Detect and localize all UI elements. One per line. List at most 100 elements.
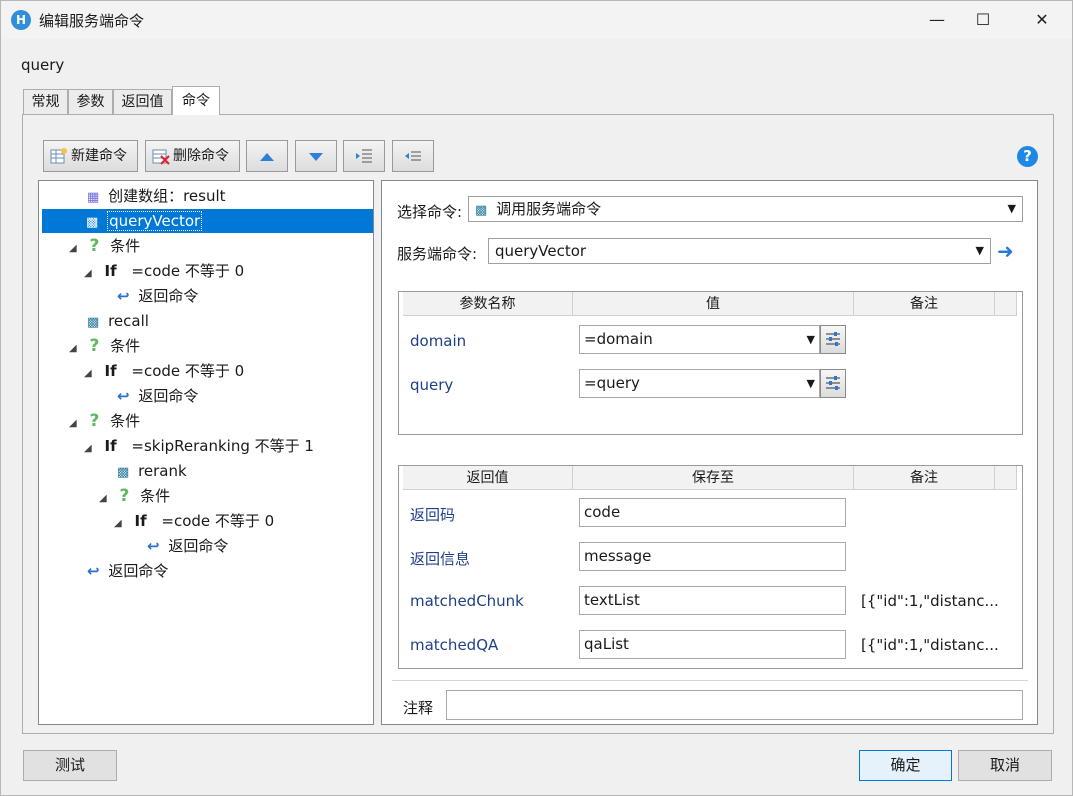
ok-button[interactable]: 确定	[859, 750, 952, 781]
return-saveto-input[interactable]: qaList	[579, 630, 846, 659]
move-up-button[interactable]	[246, 140, 288, 172]
params-header-value: 值	[573, 292, 854, 316]
tree-item-if[interactable]: ◢ If =code 不等于 0	[114, 509, 274, 533]
help-icon[interactable]: ?	[1017, 146, 1038, 167]
question-icon: ?	[119, 486, 130, 506]
returns-header-note: 备注	[854, 466, 995, 490]
collapse-caret-icon[interactable]: ◢	[84, 268, 92, 279]
return-saveto-input[interactable]: message	[579, 542, 846, 571]
maximize-icon[interactable]: ☐	[960, 5, 1006, 35]
return-icon: ↩	[117, 287, 130, 305]
tab-return-values[interactable]: 返回值	[113, 89, 172, 114]
server-command-label: 服务端命令:	[397, 245, 478, 263]
indent-icon	[356, 149, 372, 163]
tree-item-return[interactable]: ↩ 返回命令	[117, 384, 198, 408]
params-header-name: 参数名称	[403, 292, 573, 316]
collapse-caret-icon[interactable]: ◢	[99, 493, 107, 504]
tree-item-if[interactable]: ◢ If =code 不等于 0	[84, 359, 244, 383]
tree-item-condition[interactable]: ◢ ? 条件	[69, 409, 140, 433]
delete-command-icon	[152, 149, 170, 165]
tree-item-return[interactable]: ↩ 返回命令	[147, 534, 228, 558]
tree-item-condition[interactable]: ◢ ? 条件	[69, 334, 140, 358]
tab-params[interactable]: 参数	[68, 89, 113, 114]
tree-item-recall[interactable]: ▩ recall	[87, 309, 149, 333]
params-header-note: 备注	[854, 292, 995, 316]
tab-commands[interactable]: 命令	[172, 86, 220, 115]
server-command-icon: ▩	[87, 315, 100, 330]
returns-header-name: 返回值	[403, 466, 573, 490]
divider	[392, 680, 1028, 681]
title-bar: H 编辑服务端命令 — ☐ ✕	[1, 1, 1072, 39]
tree-item-return[interactable]: ↩ 返回命令	[117, 284, 198, 308]
param-value-dropdown[interactable]: =domain ▼	[579, 325, 820, 354]
chevron-down-icon: ▼	[975, 244, 984, 257]
tree-item-if[interactable]: ◢ If =skipReranking 不等于 1	[84, 434, 314, 458]
tab-general[interactable]: 常规	[23, 89, 68, 114]
arrow-down-icon	[309, 153, 323, 161]
param-name: domain	[410, 332, 467, 350]
outdent-icon	[405, 151, 421, 161]
param-settings-button[interactable]	[820, 369, 846, 398]
indent-button[interactable]	[343, 140, 385, 172]
new-command-label: 新建命令	[71, 148, 127, 164]
command-detail-panel: 选择命令: ▩ 调用服务端命令 ▼ 服务端命令: queryVector ▼ ➜…	[381, 180, 1038, 725]
question-icon: ?	[89, 336, 100, 356]
tree-item-condition[interactable]: ◢ ? 条件	[99, 484, 170, 508]
return-icon: ↩	[147, 537, 160, 555]
question-icon: ?	[89, 411, 100, 431]
params-grid: 参数名称 值 备注 domain =domain ▼ query =query …	[398, 291, 1023, 435]
param-value-dropdown[interactable]: =query ▼	[579, 369, 820, 398]
return-name: 返回信息	[410, 550, 471, 568]
test-button[interactable]: 测试	[23, 750, 117, 781]
return-saveto-input[interactable]: code	[579, 498, 846, 527]
collapse-caret-icon[interactable]: ◢	[84, 443, 92, 454]
tree-item-queryvector[interactable]: ▩ queryVector	[42, 209, 373, 233]
server-command-icon: ▩	[117, 465, 130, 480]
collapse-caret-icon[interactable]: ◢	[69, 343, 77, 354]
tree-item-rerank[interactable]: ▩ rerank	[117, 459, 187, 483]
cancel-button[interactable]: 取消	[958, 750, 1052, 781]
comment-input[interactable]	[446, 690, 1023, 720]
goto-arrow-icon[interactable]: ➜	[997, 239, 1014, 263]
return-note: [{"id":1,"distanc...	[861, 592, 999, 610]
collapse-caret-icon[interactable]: ◢	[114, 518, 122, 529]
array-icon: ▦	[87, 190, 100, 205]
outdent-button[interactable]	[392, 140, 434, 172]
collapse-caret-icon[interactable]: ◢	[69, 243, 77, 254]
chevron-down-icon: ▼	[806, 377, 815, 390]
return-saveto-input[interactable]: textList	[579, 586, 846, 615]
select-command-dropdown[interactable]: ▩ 调用服务端命令 ▼	[468, 196, 1023, 222]
new-command-button[interactable]: 新建命令	[43, 140, 138, 172]
question-icon: ?	[89, 236, 100, 256]
settings-sliders-icon	[826, 332, 840, 346]
comment-label: 注释	[403, 699, 434, 717]
tree-item-condition[interactable]: ◢ ? 条件	[69, 234, 140, 258]
collapse-caret-icon[interactable]: ◢	[84, 368, 92, 379]
returns-header-saveto: 保存至	[573, 466, 854, 490]
server-command-icon: ▩	[86, 215, 99, 230]
move-down-button[interactable]	[295, 140, 337, 172]
param-settings-button[interactable]	[820, 325, 846, 354]
select-command-label: 选择命令:	[397, 203, 463, 221]
chevron-down-icon: ▼	[1007, 202, 1016, 215]
return-icon: ↩	[117, 387, 130, 405]
return-name: matchedQA	[410, 636, 499, 654]
delete-command-button[interactable]: 删除命令	[145, 140, 240, 172]
tree-item-return[interactable]: ↩ 返回命令	[87, 559, 168, 583]
return-name: matchedChunk	[410, 592, 524, 610]
collapse-caret-icon[interactable]: ◢	[69, 418, 77, 429]
delete-command-label: 删除命令	[173, 148, 229, 164]
tree-item-if[interactable]: ◢ If =code 不等于 0	[84, 259, 244, 283]
tree-item-create-array[interactable]: ▦ 创建数组：result	[87, 184, 226, 208]
dialog-window: H 编辑服务端命令 — ☐ ✕ query 常规 参数 返回值 命令 新建命令 …	[0, 0, 1073, 796]
arrow-up-icon	[260, 153, 274, 161]
command-tree[interactable]: ▦ 创建数组：result ▩ queryVector ◢ ? 条件 ◢ If …	[38, 180, 374, 725]
return-name: 返回码	[410, 506, 456, 524]
close-icon[interactable]: ✕	[1019, 5, 1065, 35]
server-command-dropdown[interactable]: queryVector ▼	[488, 238, 991, 264]
returns-grid: 返回值 保存至 备注 返回码 code 返回信息 message matched…	[398, 465, 1023, 669]
command-name-label: query	[21, 56, 65, 74]
return-icon: ↩	[87, 562, 100, 580]
chevron-down-icon: ▼	[806, 333, 815, 346]
minimize-icon[interactable]: —	[914, 5, 960, 35]
